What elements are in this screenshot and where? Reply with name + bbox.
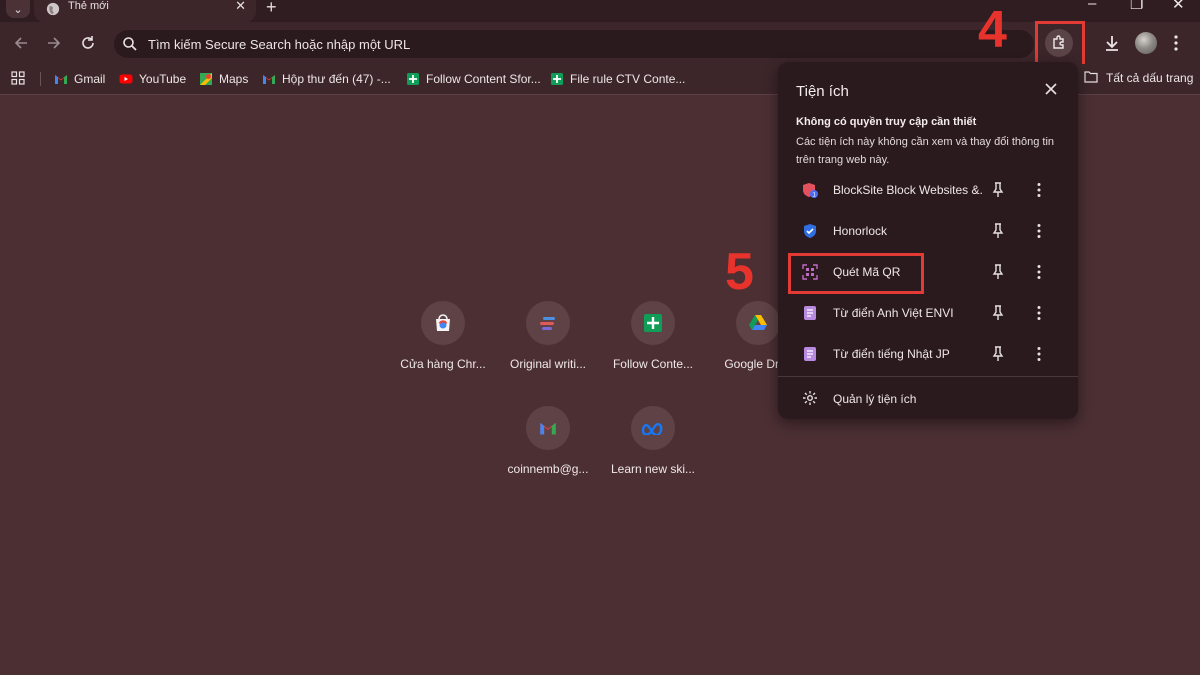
pin-icon[interactable] (991, 223, 1005, 239)
more-vertical-icon[interactable] (1036, 223, 1042, 239)
extension-item-jp-dictionary[interactable]: Từ điển tiếng Nhật JP (778, 334, 1078, 374)
pin-icon[interactable] (991, 346, 1005, 362)
more-vertical-icon[interactable] (1036, 346, 1042, 362)
gmail-icon (55, 75, 67, 84)
profile-avatar[interactable] (1135, 32, 1157, 54)
lines-logo-icon (540, 317, 555, 330)
sheets-icon (551, 73, 563, 85)
manage-extensions[interactable]: Quản lý tiện ích (778, 380, 1078, 418)
blocksite-icon: 1 (803, 183, 818, 198)
maps-icon (200, 73, 212, 85)
highlight-box-qr-extension (788, 253, 924, 294)
panel-title: Tiện ích (796, 83, 849, 100)
omnibox[interactable]: Tìm kiếm Secure Search hoặc nhập một URL (114, 30, 1034, 58)
close-icon[interactable] (1044, 82, 1058, 96)
toolbar: Tìm kiếm Secure Search hoặc nhập một URL (0, 22, 1200, 64)
minimize-button[interactable]: – (1088, 0, 1096, 12)
arrow-right-icon (48, 37, 61, 49)
bookmark-separator (40, 72, 41, 86)
tab-new-tab[interactable]: Thẻ mới ✕ (34, 0, 256, 22)
all-bookmarks[interactable]: Tất cả dấu trang (1106, 71, 1193, 85)
shortcut-meta[interactable]: Learn new ski... (603, 406, 703, 476)
gear-icon (803, 391, 817, 405)
dictionary-icon (804, 306, 816, 320)
tab-close-icon[interactable]: ✕ (235, 0, 246, 12)
sheets-icon (407, 73, 419, 85)
bookmark-gmail[interactable]: Gmail (54, 70, 105, 88)
step-number-5: 5 (725, 243, 754, 301)
reload-icon (82, 36, 94, 49)
omnibox-text: Tìm kiếm Secure Search hoặc nhập một URL (148, 37, 411, 52)
chrome-web-store-icon (436, 314, 450, 331)
panel-divider (778, 376, 1078, 377)
shortcut-chrome-store[interactable]: Cửa hàng Chr... (393, 301, 493, 371)
bookmark-follow-content[interactable]: Follow Content Sfor... (406, 70, 541, 88)
step-number-4: 4 (978, 1, 1007, 59)
youtube-icon (119, 74, 133, 84)
globe-icon (46, 2, 60, 16)
extensions-panel: Tiện ích Không có quyền truy cập cần thi… (778, 62, 1078, 419)
search-icon (123, 37, 137, 51)
more-vertical-icon[interactable] (1036, 305, 1042, 321)
apps-grid-icon[interactable] (11, 71, 25, 85)
tab-search-button[interactable]: ⌄ (6, 0, 30, 18)
pin-icon[interactable] (991, 305, 1005, 321)
dictionary-icon (804, 347, 816, 361)
bookmark-file-rule[interactable]: File rule CTV Conte... (550, 70, 685, 88)
arrow-left-icon (14, 37, 27, 49)
title-bar: ⌄ Thẻ mới ✕ + – ❐ ✕ (0, 0, 1200, 22)
folder-icon[interactable] (1084, 71, 1098, 83)
more-vertical-icon[interactable] (1036, 264, 1042, 280)
shortcut-original-writing[interactable]: Original writi... (498, 301, 598, 371)
more-vertical-icon[interactable] (1170, 34, 1182, 52)
bookmark-inbox[interactable]: Hộp thư đến (47) -... (262, 70, 391, 88)
more-vertical-icon[interactable] (1036, 182, 1042, 198)
close-window-button[interactable]: ✕ (1172, 0, 1185, 13)
reload-button[interactable] (77, 32, 99, 54)
extension-item-blocksite[interactable]: 1 BlockSite Block Websites &... (778, 170, 1078, 210)
tab-title: Thẻ mới (68, 0, 109, 12)
gmail-icon (540, 422, 556, 435)
extension-item-envi-dictionary[interactable]: Từ điển Anh Việt ENVI (778, 293, 1078, 333)
forward-button[interactable] (43, 32, 65, 54)
pin-icon[interactable] (991, 264, 1005, 280)
gmail-icon (263, 75, 275, 84)
section-description: Các tiện ích này không cần xem và thay đ… (796, 136, 1055, 166)
extension-item-honorlock[interactable]: Honorlock (778, 211, 1078, 251)
back-button[interactable] (10, 32, 32, 54)
new-tab-button[interactable]: + (266, 0, 277, 18)
pin-icon[interactable] (991, 182, 1005, 198)
chevron-down-icon: ⌄ (13, 3, 23, 16)
honorlock-icon (804, 224, 816, 238)
restore-button[interactable]: ❐ (1130, 0, 1143, 13)
meta-icon (641, 422, 663, 435)
download-icon[interactable] (1102, 33, 1122, 53)
shortcut-gmail[interactable]: coinnemb@g... (498, 406, 598, 476)
bookmark-maps[interactable]: Maps (199, 70, 248, 88)
shortcut-follow-content[interactable]: Follow Conte... (603, 301, 703, 371)
sheets-icon (644, 314, 662, 332)
section-heading: Không có quyền truy cập cần thiết (796, 116, 977, 128)
google-drive-icon (749, 315, 767, 330)
bookmark-youtube[interactable]: YouTube (119, 70, 186, 88)
